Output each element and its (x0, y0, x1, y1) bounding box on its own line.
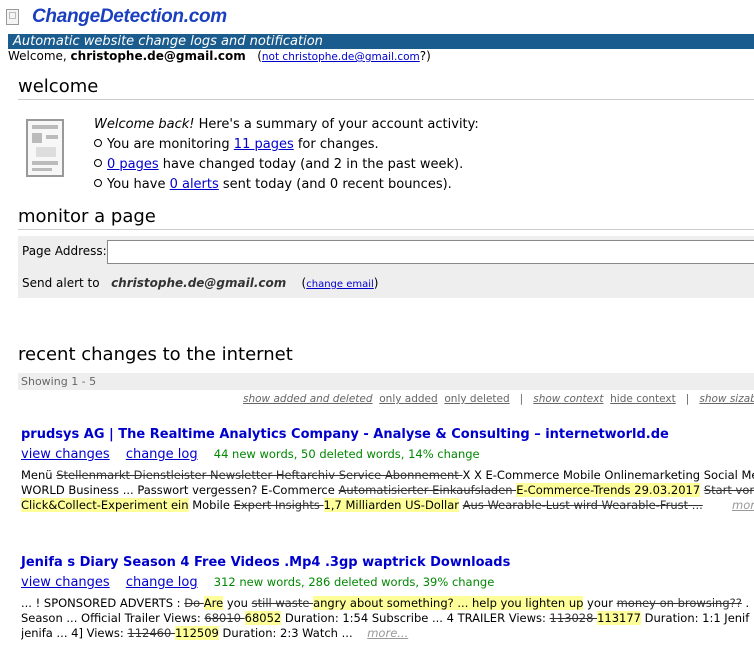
entry-actions: view changes change log 44 new words, 50… (21, 447, 480, 462)
monitor-heading: monitor a page (18, 206, 156, 227)
alert-email: christophe.de@gmail.com (111, 276, 287, 290)
account-summary: Welcome back! Here's a summary of your a… (94, 115, 479, 195)
changed-pages-link[interactable]: 0 pages (107, 157, 159, 172)
entry-actions: view changes change log 312 new words, 2… (21, 575, 494, 590)
view-filters: show added and deleted only added only d… (243, 393, 754, 405)
filter-hide-context[interactable]: hide context (610, 393, 676, 405)
divider (18, 229, 754, 230)
page-address-label: Page Address: (22, 244, 107, 258)
view-changes-link[interactable]: view changes (21, 575, 110, 590)
entry-title-link[interactable]: Jenifa s Diary Season 4 Free Videos .Mp4… (21, 555, 510, 570)
site-logo[interactable]: ChangeDetection.com (32, 6, 227, 28)
entry-title-link[interactable]: prudsys AG | The Realtime Analytics Comp… (21, 427, 669, 442)
user-email: christophe.de@gmail.com (70, 49, 246, 63)
monitored-pages-link[interactable]: 11 pages (234, 137, 294, 152)
bullet-icon (94, 179, 102, 187)
more-link[interactable]: more... (367, 626, 408, 640)
view-changes-link[interactable]: view changes (21, 447, 110, 462)
alerts-link[interactable]: 0 alerts (170, 177, 219, 192)
divider (18, 99, 754, 100)
change-stats: 312 new words, 286 deleted words, 39% ch… (213, 575, 495, 589)
tagline-bar: Automatic website change logs and notifi… (8, 34, 754, 49)
not-user-link[interactable]: not christophe.de@gmail.com (262, 51, 420, 63)
summary-item-alerts: You have 0 alerts sent today (and 0 rece… (94, 175, 479, 195)
change-stats: 44 new words, 50 deleted words, 14% chan… (213, 447, 480, 461)
bullet-icon (94, 159, 102, 167)
broken-image-icon (6, 9, 19, 25)
header: ChangeDetection.com (6, 4, 227, 30)
bullet-icon (94, 139, 102, 147)
account-avatar-icon (26, 119, 64, 177)
filter-show-added-deleted[interactable]: show added and deleted (243, 393, 373, 405)
change-log-link[interactable]: change log (126, 447, 198, 462)
more-link[interactable]: more... (732, 498, 754, 512)
showing-count: Showing 1 - 5 (18, 373, 754, 390)
change-email-link[interactable]: change email (306, 279, 374, 290)
send-alert-row: Send alert to christophe.de@gmail.com (c… (22, 276, 379, 290)
monitor-form: Page Address: Send alert to christophe.d… (18, 236, 754, 298)
page-address-input[interactable] (107, 240, 754, 264)
summary-item-monitoring: You are monitoring 11 pages for changes. (94, 135, 479, 155)
welcome-heading: welcome (18, 76, 99, 97)
welcome-line: Welcome, christophe.de@gmail.com (not ch… (8, 49, 431, 63)
entry-diff-snippet: Menü Stellenmarkt Dienstleister Newslett… (21, 468, 754, 513)
filter-show-context[interactable]: show context (533, 393, 603, 405)
summary-item-changed: 0 pages have changed today (and 2 in the… (94, 155, 479, 175)
recent-changes-heading: recent changes to the internet (18, 344, 293, 365)
change-log-link[interactable]: change log (126, 575, 198, 590)
filter-only-added[interactable]: only added (379, 393, 437, 405)
entry-diff-snippet: ... ! SPONSORED ADVERTS : Do Are you sti… (21, 596, 750, 640)
filter-show-size[interactable]: show sizab (699, 393, 754, 405)
filter-only-deleted[interactable]: only deleted (444, 393, 509, 405)
